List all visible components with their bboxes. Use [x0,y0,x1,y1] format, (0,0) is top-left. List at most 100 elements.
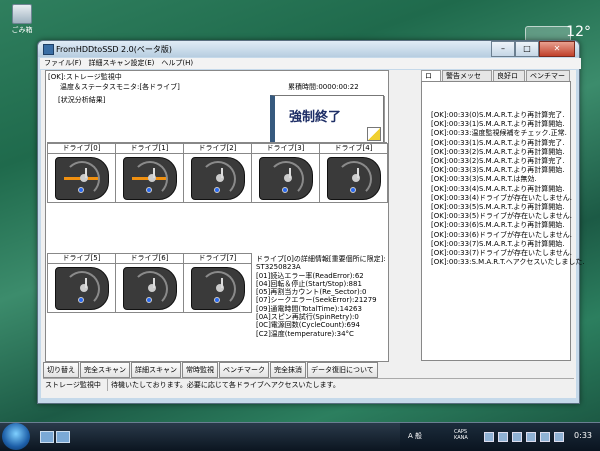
log-entry: [OK]:00:33(5)S.M.A.R.T.より再計算開始. [431,203,565,212]
detail-line: ドライブ[0]の詳細情報[重要個所に限定]: [256,255,386,263]
drive-detail: ドライブ[0]の詳細情報[重要個所に限定]: ST3250823A [01]読込… [256,255,386,338]
drive-label: ドライブ[5] [48,254,115,264]
system-tray: A 般 CAPS KANA 0:33 [400,423,600,451]
app-window: FromHDDtoSSD 2.0(ベータ版) – □ ✕ ファイル(F) 詳細ス… [37,40,585,404]
taskbar-clock[interactable]: 0:33 [574,431,592,440]
monitor-panel: [OK]:ストレージ監視中 温度＆ステータスモニタ:[各ドライブ] 累積時間:0… [45,70,389,362]
start-button[interactable] [2,423,30,450]
log-entry: [OK]:00:33(2)S.M.A.R.T.より再計算開始. [431,147,565,156]
detail-line: [05]再割当カウント(Re_Sector):0 [256,288,367,297]
menu-bar: ファイル(F) 詳細スキャン設定(E) ヘルプ(H) [40,58,581,69]
show-desktop-icon[interactable] [40,431,54,443]
detail-line: [09]通電時間(TotalTime):14263 [256,304,362,313]
title-bar[interactable]: FromHDDtoSSD 2.0(ベータ版) – □ ✕ [38,41,579,57]
drive-tile[interactable]: ドライブ[4] [319,143,388,203]
client-area: [OK]:ストレージ監視中 温度＆ステータスモニタ:[各ドライブ] 累積時間:0… [41,70,585,398]
temperature-gauge-icon [55,267,109,310]
drive-label: ドライブ[4] [320,144,387,154]
drive-label: ドライブ[7] [184,254,251,264]
detail-line: [07]シークエラー(SeekError):21279 [256,296,377,305]
gadget-temperature: 12° [566,24,591,40]
update-icon[interactable] [512,432,522,442]
log-entry: [OK]:00:33(7)S.M.A.R.T.より再計算開始. [431,239,565,248]
detail-line: ST3250823A [256,263,301,272]
temperature-gauge-icon [123,157,177,200]
log-entry: [OK]:00:33(4)S.M.A.R.T.より再計算開始. [431,184,565,193]
help-icon[interactable] [484,432,494,442]
menu-help[interactable]: ヘルプ(H) [161,58,193,69]
security-icon[interactable] [526,432,536,442]
network-icon[interactable] [498,432,508,442]
ime-indicator[interactable]: A 般 [408,431,422,441]
full-scan-button[interactable]: 完全スキャン [80,362,130,378]
volume-icon[interactable] [540,432,550,442]
menu-scan-settings[interactable]: 詳細スキャン設定(E) [89,58,155,69]
log-entry: [OK]:00:33(3)S.M.A.R.T.は無効. [431,175,537,184]
drive-tile[interactable]: ドライブ[0] [47,143,116,203]
drive-label: ドライブ[0] [48,144,115,154]
switch-windows-icon[interactable] [56,431,70,443]
menu-file[interactable]: ファイル(F) [44,58,82,69]
maximize-button[interactable]: □ [515,41,539,57]
action-toolbar: 切り替え 完全スキャン 詳細スキャン 常時監視 ベンチマーク 完全抹消 データ復… [43,362,379,378]
recycle-bin-icon [12,4,32,24]
temperature-gauge-icon [191,267,245,310]
minimize-button[interactable]: – [491,41,515,57]
kana-indicator: KANA [454,435,468,441]
log-entry: [OK]:00:33:温度監視候補をチェック.正常. [431,129,567,138]
constant-monitor-button[interactable]: 常時監視 [182,362,218,378]
drive-label: ドライブ[2] [184,144,251,154]
close-button[interactable]: ✕ [539,41,575,57]
temperature-gauge-icon [55,157,109,200]
log-tabs: ログ 警告メッセージ 良好ログ ベンチマーク [OK]:00:33(0)S.M.… [421,70,585,361]
tab-benchmark[interactable]: ベンチマーク [525,70,570,91]
drive-tile[interactable]: ドライブ[7] [183,253,252,313]
lock-indicators: CAPS KANA [454,429,468,441]
log-list: [OK]:00:33(0)S.M.A.R.T.より再計算完了. [OK]:00:3… [431,111,585,267]
elapsed-time: 累積時間:0000:00:22 [288,83,359,91]
drive-label: ドライブ[6] [116,254,183,264]
log-panel[interactable]: [OK]:00:33(0)S.M.A.R.T.より再計算完了. [OK]:00:3… [421,81,585,361]
log-entry: [OK]:00:33(1)S.M.A.R.T.より再計算完了. [431,138,565,147]
window-title: FromHDDtoSSD 2.0(ベータ版) [56,45,173,54]
drive-label: ドライブ[1] [116,144,183,154]
log-entry: [OK]:00:33(0)S.M.A.R.T.より再計算完了. [431,111,565,119]
full-erase-button[interactable]: 完全抹消 [270,362,306,378]
detail-line: [01]読込エラー率(ReadError):62 [256,271,364,280]
tab-good-log[interactable]: 良好ログ [492,70,525,91]
drive-tile[interactable]: ドライブ[2] [183,143,252,203]
recycle-bin[interactable]: ごみ箱 [6,4,38,35]
log-entry: [OK]:00:33:S.M.A.R.T.ヘアクセスいたしました. [431,258,585,267]
drive-tile[interactable]: ドライブ[6] [115,253,184,313]
result-text: 強制終了 [289,110,342,125]
result-panel: 強制終了 [270,95,384,144]
temperature-gauge-icon [191,157,245,200]
taskbar: A 般 CAPS KANA 0:33 [0,422,600,451]
monitor-target: 温度＆ステータスモニタ:[各ドライブ] [60,83,180,91]
data-recovery-button[interactable]: データ復旧について [307,362,378,378]
temperature-gauge-icon [123,267,177,310]
drive-label: ドライブ[3] [252,144,319,154]
log-entry: [OK]:00:33(6)S.M.A.R.T.より再計算開始. [431,221,565,230]
tab-warnings[interactable]: 警告メッセージ [442,70,492,91]
switch-button[interactable]: 切り替え [43,362,79,378]
log-entry: [OK]:00:33(2)S.M.A.R.T.より再計算完了. [431,157,565,166]
temperature-gauge-icon [259,157,313,200]
power-icon[interactable] [554,432,564,442]
log-entry: [OK]:00:33(4)ドライブが存在いたしません. [431,193,573,202]
temperature-gauge-icon [327,157,381,200]
detail-line: [04]回転＆停止(Start/Stop):881 [256,279,362,288]
status-line: [OK]:ストレージ監視中 [48,73,122,81]
drive-tile[interactable]: ドライブ[1] [115,143,184,203]
analysis-heading: [状況分析結果] [58,96,106,104]
status-bar: ストレージ監視中 待機いたしております。必要に応じて各ドライブへアクセスいたしま… [43,378,574,391]
drive-tile[interactable]: ドライブ[5] [47,253,116,313]
benchmark-button[interactable]: ベンチマーク [219,362,269,378]
drive-tile[interactable]: ドライブ[3] [251,143,320,203]
log-entry: [OK]:00:33(7)ドライブが存在いたしません. [431,249,573,258]
log-entry: [OK]:00:33(6)ドライブが存在いたしません. [431,230,573,239]
detailed-scan-button[interactable]: 詳細スキャン [131,362,181,378]
tab-log[interactable]: ログ [421,70,442,91]
detail-line: [0C]電源回数(CycleCount):694 [256,321,360,330]
status-left: ストレージ監視中 [43,379,108,391]
